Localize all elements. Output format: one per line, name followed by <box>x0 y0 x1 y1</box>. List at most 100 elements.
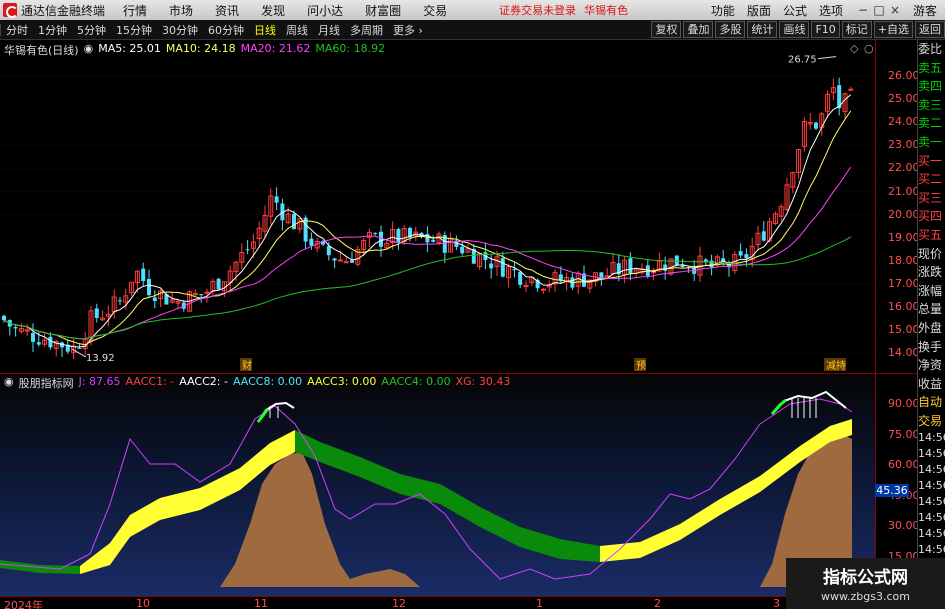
login-status[interactable]: 证券交易未登录 <box>499 2 576 18</box>
indicator-aacc8: AACC8: 0.00 <box>232 375 303 388</box>
period-more[interactable]: 更多 › <box>388 22 428 38</box>
f10-button[interactable]: F10 <box>811 21 840 38</box>
event-marker-label: 预 <box>636 360 646 372</box>
period-monthly[interactable]: 月线 <box>313 22 345 38</box>
watermark: 指标公式网 www.zbgs3.com <box>786 558 945 609</box>
app-logo-icon <box>3 3 18 18</box>
quote-field-label: 卖四 <box>918 79 943 94</box>
indicator-tick-label: 30.00 <box>888 519 920 533</box>
indicator-settings-icon[interactable]: ◉ <box>4 375 14 391</box>
high-price-label: 26.75 <box>788 55 817 66</box>
trade-time: 14:56 <box>918 447 945 461</box>
draw-line-button[interactable]: 画线 <box>779 21 810 38</box>
quote-field-label: 卖一 <box>918 134 943 149</box>
candle-body-down <box>147 279 151 296</box>
price-axis[interactable]: 26.00 25.00 24.00 23.00 22.00 21.00 20.00 19.00… <box>875 40 920 373</box>
candle-body-down <box>396 228 401 243</box>
top-menu-bar: 通达信金融终端 行情 市场 资讯 发现 问小达 财富圈 交易 证券交易未登录 华… <box>0 0 945 20</box>
price-tick-label: 20.00 <box>888 207 920 221</box>
candlestick-chart[interactable]: 26.75 13.92 财 预 减持 ◇ ○ <box>0 40 875 373</box>
candle-body-down <box>118 300 122 302</box>
candle-body-down <box>761 231 766 241</box>
menu-ask[interactable]: 问小达 <box>307 2 343 19</box>
candle-body-down <box>518 271 523 285</box>
indicator-aacc2: AACC2: - <box>179 375 228 388</box>
close-icon[interactable]: × <box>887 3 903 17</box>
indicator-chart[interactable] <box>0 374 875 596</box>
candlestick-svg: 26.75 13.92 财 预 减持 ◇ ○ <box>0 42 875 372</box>
minimize-icon[interactable]: − <box>855 3 871 17</box>
mark-button[interactable]: 标记 <box>841 21 872 38</box>
quote-field-label: 涨跌 <box>918 265 943 280</box>
menu-function[interactable]: 功能 <box>711 2 735 19</box>
low-price-label: 13.92 <box>86 353 115 364</box>
candle-body-down <box>36 342 41 345</box>
trade-time: 14:56 <box>918 511 945 525</box>
multi-stock-button[interactable]: 多股 <box>715 21 746 38</box>
settings-circle-icon[interactable]: ◉ <box>84 42 94 58</box>
menu-discover[interactable]: 发现 <box>261 2 285 19</box>
period-1min[interactable]: 1分钟 <box>33 22 72 38</box>
candle-body-down <box>94 308 99 318</box>
period-weekly[interactable]: 周线 <box>281 22 313 38</box>
period-daily[interactable]: 日线 <box>249 22 281 38</box>
quote-field-label: 涨幅 <box>918 283 943 298</box>
candle-body-down <box>31 333 35 342</box>
price-tick-label: 16.00 <box>888 300 920 313</box>
quote-panel-tab[interactable]: 交易 <box>918 412 945 431</box>
candle-body-down <box>292 214 296 230</box>
tool-buttons: 复权 叠加 多股 统计 画线 F10 标记 +自选 返回 <box>649 21 945 38</box>
price-tick-label: 24.00 <box>888 115 920 129</box>
quote-panel-tab[interactable]: 自动 <box>918 393 945 412</box>
maximize-icon[interactable]: □ <box>871 3 887 17</box>
trade-time: 14:56 <box>918 479 945 493</box>
menu-quotes[interactable]: 行情 <box>123 2 147 19</box>
indicator-aacc1: AACC1: - <box>125 375 175 388</box>
menu-options[interactable]: 选项 <box>819 2 843 19</box>
period-intraday[interactable]: 分时 <box>1 22 33 38</box>
candle-body-down <box>199 294 204 296</box>
menu-trade[interactable]: 交易 <box>423 2 447 19</box>
adjust-button[interactable]: 复权 <box>651 21 682 38</box>
date-tick-label: 2024年 <box>4 599 43 609</box>
candle-body-down <box>512 269 517 271</box>
indicator-tick-label: 90.00 <box>888 397 920 411</box>
menu-layout[interactable]: 版面 <box>747 2 771 19</box>
add-watchlist-button[interactable]: +自选 <box>873 21 913 38</box>
quote-field-label: 买三 <box>918 190 943 205</box>
indicator-brown-area <box>0 432 875 587</box>
candle-body-down <box>744 254 749 259</box>
current-indicator-value: 45.36 <box>875 484 909 497</box>
date-tick-label: 3 <box>773 597 780 609</box>
menu-news[interactable]: 资讯 <box>215 2 239 19</box>
candle-body-down <box>13 327 18 329</box>
trade-time: 14:56 <box>918 495 945 509</box>
candle-body-down <box>274 196 279 203</box>
indicator-tick-label: 75.00 <box>888 427 920 441</box>
candle-body-down <box>48 336 53 348</box>
period-5min[interactable]: 5分钟 <box>72 22 111 38</box>
ma60-line <box>3 236 852 340</box>
period-30min[interactable]: 30分钟 <box>157 22 203 38</box>
ma5-line <box>3 94 852 348</box>
user-guest[interactable]: 游客 <box>913 2 937 19</box>
trade-time: 14:56 <box>918 543 945 557</box>
indicator-green-band <box>480 507 520 547</box>
menu-formula[interactable]: 公式 <box>783 2 807 19</box>
overlay-button[interactable]: 叠加 <box>683 21 714 38</box>
menu-wealth[interactable]: 财富圈 <box>365 2 401 19</box>
date-axis[interactable]: 2024年 10 11 12 1 2 3 <box>0 596 917 609</box>
candle-body-up <box>343 261 349 264</box>
quote-field-label: 买二 <box>918 172 943 187</box>
period-multi[interactable]: 多周期 <box>345 22 388 38</box>
period-15min[interactable]: 15分钟 <box>111 22 157 38</box>
price-tick-label: 21.00 <box>888 184 920 198</box>
menu-market[interactable]: 市场 <box>169 2 193 19</box>
quote-field-label: 买四 <box>918 209 943 224</box>
expand-icon: ○ <box>864 42 874 55</box>
ma5-label: MA5: 25.01 <box>98 42 161 55</box>
period-60min[interactable]: 60分钟 <box>203 22 249 38</box>
quote-field-label: 卖五 <box>918 60 943 75</box>
stats-button[interactable]: 统计 <box>747 21 778 38</box>
back-button[interactable]: 返回 <box>915 21 945 38</box>
